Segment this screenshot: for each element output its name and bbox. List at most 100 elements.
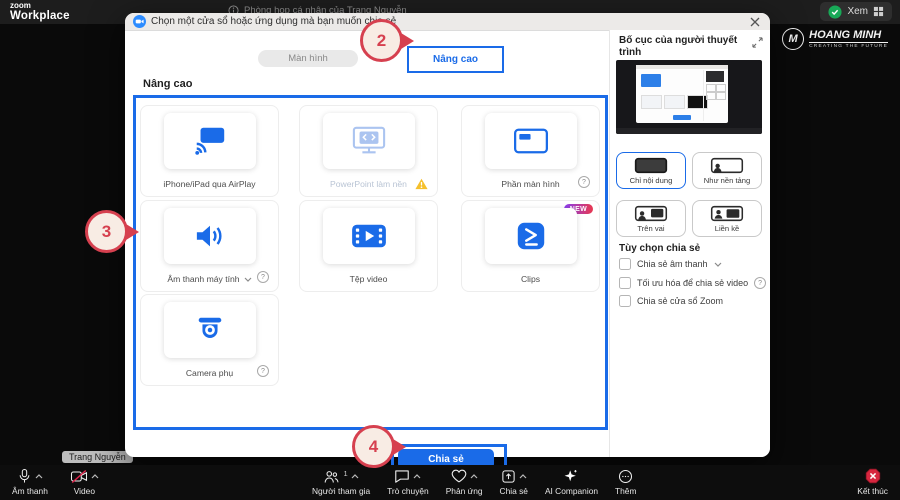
presenter-layout-sidebar: Bố cục của người thuyết trình Chỉ nội du… [609,30,770,457]
card-video-file[interactable]: Tệp video [299,200,438,292]
card-secondary-camera[interactable]: Camera phụ ? [140,294,279,386]
chevron-up-icon[interactable] [91,473,99,479]
layout-label: Trên vai [637,224,665,233]
card-label: iPhone/iPad qua AirPlay [163,179,256,189]
close-icon[interactable] [749,16,761,28]
chevron-up-icon[interactable] [351,473,359,479]
zoom-workplace-logo: zoom Workplace [10,2,70,23]
chat-icon [394,469,410,483]
chat-button[interactable]: Trò chuyện [387,468,429,496]
card-clips[interactable]: NEW Clips [461,200,600,292]
layout-label: Chỉ nội dung [629,176,673,185]
zoom-app-icon [133,15,146,28]
chevron-up-icon[interactable] [413,473,421,479]
chevron-up-icon[interactable] [35,473,43,479]
content-only-icon [634,157,668,174]
tab-advanced[interactable]: Nâng cao [407,46,504,73]
computer-audio-icon [163,208,256,264]
meeting-toolbar: Âm thanh Video 1 Người tham gia Trò chuy… [0,465,900,500]
section-label-advanced: Nâng cao [143,78,193,90]
reactions-button[interactable]: Phản ứng [446,468,483,496]
share-screen-button[interactable]: Chia sẻ [500,468,528,496]
share-dialog-header: Chọn một cửa sổ hoặc ứng dụng mà bạn muố… [125,13,770,31]
help-icon[interactable]: ? [257,365,269,377]
card-label: Âm thanh máy tính [167,274,240,284]
option-label: Chia sẻ âm thanh [637,259,708,269]
share-dialog-main: Màn hình Nâng cao Nâng cao iPhone/iPad q… [125,30,610,474]
hoang-minh-logo-icon: M [782,28,805,50]
chevron-down-icon[interactable] [714,262,722,267]
view-button[interactable]: Xem [820,2,892,21]
card-label: PowerPoint làm nền [330,179,407,189]
brand-workplace: Workplace [10,10,70,22]
more-label: Thêm [615,486,637,496]
ai-companion-label: AI Companion [544,486,599,496]
card-computer-audio[interactable]: Âm thanh máy tính ? [140,200,279,292]
video-button[interactable]: Video [70,468,99,496]
over-shoulder-icon [634,205,668,222]
camera-off-icon [70,469,88,484]
microphone-icon [17,468,32,484]
option-share-audio[interactable]: Chia sẻ âm thanh [619,258,722,270]
end-meeting-label: Kết thúc [857,486,888,496]
share-dialog-title: Chọn một cửa sổ hoặc ứng dụng mà bạn muố… [151,16,397,27]
participants-icon [323,469,340,484]
airplay-cast-icon [163,113,256,169]
chevron-down-icon[interactable] [244,277,252,282]
heart-icon [451,469,467,483]
end-call-icon [865,468,881,484]
layout-preview-thumbnail [616,60,762,134]
audio-label: Âm thanh [12,486,48,496]
option-optimize-video[interactable]: Tối ưu hóa để chia sẻ video ? [619,277,767,289]
checkbox[interactable] [619,277,631,289]
sidebar-title: Bố cục của người thuyết trình [619,35,738,58]
secondary-camera-icon [163,302,256,358]
card-label: Clips [520,274,541,284]
side-by-side-icon [710,205,744,222]
checkbox[interactable] [619,295,631,307]
expand-icon[interactable] [752,37,763,48]
annotation-step-3: 3 [85,210,128,253]
layout-over-shoulder[interactable]: Trên vai [616,200,686,237]
card-airplay[interactable]: iPhone/iPad qua AirPlay [140,105,279,197]
hoang-minh-watermark: M HOANG MINH CREATING THE FUTURE [782,28,888,50]
self-view-name: Trang Nguyễn [62,451,133,463]
help-icon[interactable]: ? [257,271,269,283]
chevron-up-icon[interactable] [470,473,478,479]
as-background-icon [710,157,744,174]
reactions-label: Phản ứng [445,486,483,496]
brand-zoom: zoom [10,1,31,10]
end-meeting-button[interactable]: Kết thúc [857,468,888,496]
watermark-title: HOANG MINH [809,29,888,43]
layout-content-only[interactable]: Chỉ nội dung [616,152,686,189]
zoom-meeting-window: zoom Workplace Phòng họp cá nhân của Tra… [0,0,900,500]
more-button[interactable]: Thêm [615,468,636,496]
tab-screen[interactable]: Màn hình [258,50,358,67]
shield-check-icon [828,4,842,19]
watermark-tagline: CREATING THE FUTURE [809,44,888,49]
option-label: Tối ưu hóa để chia sẻ video [637,278,749,288]
participants-button[interactable]: 1 Người tham gia [312,468,370,496]
option-share-zoom-window[interactable]: Chia sẻ cửa sổ Zoom [619,295,723,307]
share-dialog: Chọn một cửa sổ hoặc ứng dụng mà bạn muố… [125,13,770,474]
participants-label: Người tham gia [312,486,371,496]
option-label: Chia sẻ cửa sổ Zoom [637,296,724,306]
clips-icon [484,208,577,264]
card-powerpoint-background[interactable]: PowerPoint làm nền [299,105,438,197]
view-label: Xem [847,6,868,17]
annotation-step-2: 2 [360,19,403,62]
audio-button[interactable]: Âm thanh [12,468,48,496]
annotation-step-4: 4 [352,425,395,468]
layout-side-by-side[interactable]: Liền kề [692,200,762,237]
help-icon[interactable]: ? [754,277,767,289]
checkbox[interactable] [619,258,631,270]
share-screen-label: Chia sẻ [499,486,528,496]
card-label: Tệp video [349,274,388,284]
layout-as-background[interactable]: Như nền tảng [692,152,762,189]
card-screen-portion[interactable]: Phần màn hình ? [461,105,600,197]
card-label: Phần màn hình [501,179,560,189]
chevron-up-icon[interactable] [519,473,527,479]
ai-companion-button[interactable]: AI Companion [545,468,598,496]
help-icon[interactable]: ? [578,176,590,188]
layout-label: Liền kề [714,224,740,233]
